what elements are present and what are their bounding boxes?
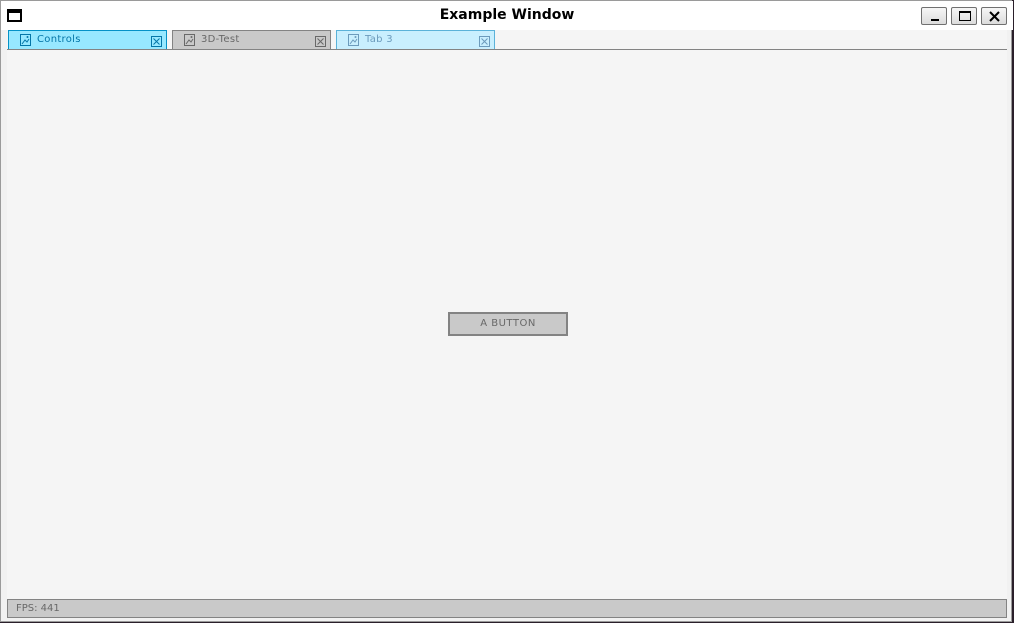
close-icon bbox=[317, 38, 324, 45]
image-icon bbox=[184, 34, 195, 46]
window-title: Example Window bbox=[439, 7, 575, 23]
maximize-button[interactable] bbox=[951, 7, 977, 25]
tab-3[interactable]: Tab 3 bbox=[336, 30, 495, 49]
tab-bar: Controls 3D-Test Tab 3 bbox=[7, 30, 1007, 50]
tab-label: Controls bbox=[37, 34, 81, 45]
tab-controls[interactable]: Controls bbox=[8, 30, 167, 49]
tab-close-button[interactable] bbox=[479, 36, 490, 47]
example-window: Example Window Controls 3D-Test Tab 3 A … bbox=[0, 0, 1013, 622]
close-window-button[interactable] bbox=[981, 7, 1007, 25]
image-icon bbox=[20, 34, 31, 46]
close-icon bbox=[481, 38, 488, 45]
tab-close-button[interactable] bbox=[151, 36, 162, 47]
tab-close-button[interactable] bbox=[315, 36, 326, 47]
minimize-button[interactable] bbox=[921, 7, 947, 25]
status-bar: FPS: 441 bbox=[7, 599, 1007, 618]
fps-readout: FPS: 441 bbox=[16, 603, 60, 614]
close-icon bbox=[153, 38, 160, 45]
a-button[interactable]: A BUTTON bbox=[448, 312, 568, 336]
close-icon bbox=[989, 11, 1000, 22]
tab-label: 3D-Test bbox=[201, 34, 240, 45]
content-area: Controls 3D-Test Tab 3 A BUTTON FPS: 441 bbox=[7, 30, 1007, 618]
tab-3d-test[interactable]: 3D-Test bbox=[172, 30, 331, 49]
title-bar[interactable]: Example Window bbox=[1, 1, 1013, 30]
image-icon bbox=[348, 34, 359, 46]
tab-label: Tab 3 bbox=[365, 34, 393, 45]
